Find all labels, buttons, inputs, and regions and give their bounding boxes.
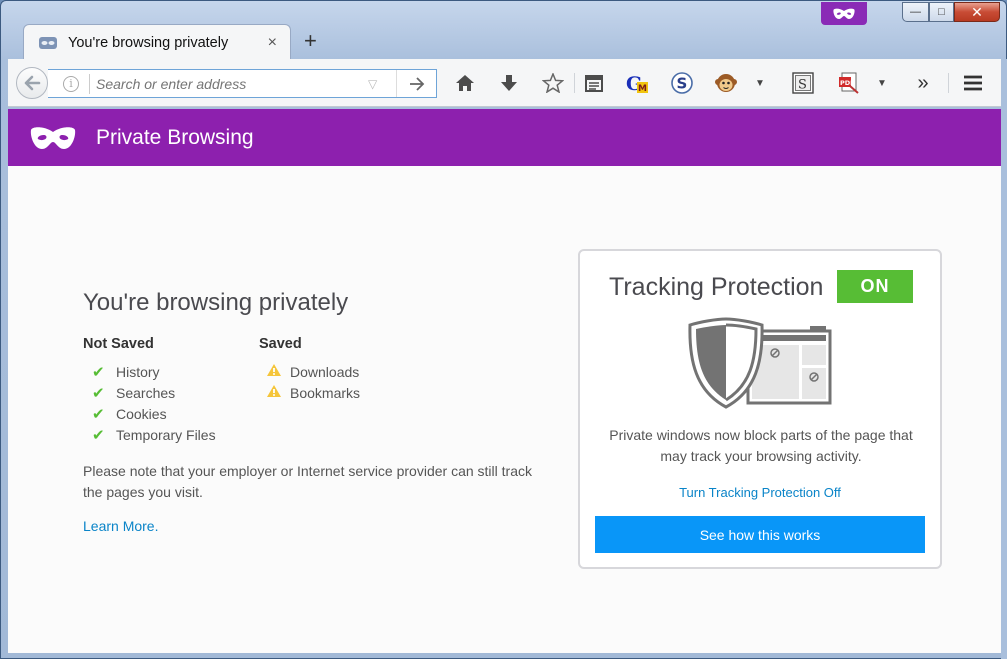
bookmark-star-icon[interactable]	[541, 71, 565, 95]
gm-addon-icon[interactable]: GM	[624, 71, 650, 95]
reading-list-icon[interactable]	[582, 71, 606, 95]
page-heading: You're browsing privately	[83, 289, 349, 316]
greasemonkey-icon[interactable]	[714, 71, 738, 95]
menu-icon[interactable]	[961, 71, 985, 95]
list-item-label: History	[116, 364, 160, 380]
checkmark-icon: ✔	[92, 406, 105, 423]
back-arrow-icon	[24, 75, 41, 91]
list-item-label: Downloads	[290, 363, 360, 380]
saved-item: Bookmarks	[266, 384, 360, 401]
svg-text:M: M	[638, 84, 647, 94]
warning-icon	[266, 384, 290, 401]
header-title: Private Browsing	[96, 125, 254, 149]
url-divider	[89, 73, 90, 94]
privacy-note: Please note that your employer or Intern…	[83, 463, 532, 500]
svg-text:PDF: PDF	[840, 79, 855, 87]
address-input[interactable]	[96, 75, 366, 92]
overflow-chevron-icon[interactable]: »	[911, 71, 935, 95]
private-browsing-page: You're browsing privately Not Saved ✔ His…	[8, 166, 1001, 653]
svg-text:S: S	[798, 78, 807, 93]
download-icon[interactable]	[497, 71, 521, 95]
greasemonkey-dropdown-icon[interactable]: ▼	[752, 71, 768, 95]
new-tab-button[interactable]: +	[304, 28, 317, 54]
checkmark-icon: ✔	[92, 427, 105, 444]
pdf-addon-icon[interactable]: PDF	[837, 71, 861, 95]
see-how-this-works-button[interactable]: See how this works	[595, 516, 925, 553]
browser-window: — □ ✕ You're browsing privately × + i ▽	[0, 0, 1007, 659]
home-icon[interactable]	[453, 71, 477, 95]
private-browsing-header: Private Browsing	[8, 109, 1001, 166]
private-browsing-indicator	[821, 2, 867, 25]
tab-close-icon[interactable]: ×	[268, 34, 277, 52]
window-border	[1001, 59, 1007, 659]
site-info-icon[interactable]: i	[63, 75, 79, 92]
not-saved-title: Not Saved	[83, 336, 154, 352]
toolbar-divider	[574, 73, 575, 93]
tracking-description: Private windows now block parts of the p…	[609, 427, 913, 464]
mask-icon	[833, 8, 855, 19]
close-window-button[interactable]: ✕	[954, 2, 1000, 22]
turn-tracking-off-link[interactable]: Turn Tracking Protection Off	[580, 485, 940, 500]
window-controls: — □ ✕	[902, 2, 1000, 22]
saved-title: Saved	[259, 336, 302, 352]
s-square-addon-icon[interactable]: S	[791, 71, 815, 95]
list-item-label: Cookies	[116, 406, 167, 422]
tracking-protection-title: Tracking Protection	[609, 273, 824, 301]
s-addon-icon[interactable]: S	[670, 71, 694, 95]
back-button[interactable]	[16, 67, 48, 99]
tracking-status-badge: ON	[837, 270, 913, 303]
navigation-toolbar: i ▽ GM S ▼ S	[8, 59, 1001, 107]
checkmark-icon: ✔	[92, 385, 105, 402]
minimize-button[interactable]: —	[902, 2, 929, 22]
warning-icon	[266, 363, 290, 380]
not-saved-item: ✔ Temporary Files	[92, 426, 216, 444]
tab-private-browsing[interactable]: You're browsing privately ×	[23, 24, 291, 60]
tracking-protection-card: Tracking Protection ON Private windows n…	[578, 249, 942, 569]
maximize-button[interactable]: □	[929, 2, 954, 22]
list-item-label: Searches	[116, 385, 176, 401]
checkmark-icon: ✔	[92, 364, 105, 381]
not-saved-item: ✔ Searches	[92, 384, 175, 402]
svg-text:S: S	[677, 75, 688, 93]
go-arrow-icon[interactable]	[396, 70, 436, 97]
private-mask-tab-icon	[39, 36, 57, 49]
not-saved-item: ✔ Cookies	[92, 405, 167, 423]
url-dropdown-icon[interactable]: ▽	[368, 77, 377, 91]
not-saved-item: ✔ History	[92, 363, 160, 381]
list-item-label: Bookmarks	[290, 384, 361, 401]
tab-title: You're browsing privately	[68, 34, 229, 51]
toolbar-divider	[948, 73, 949, 93]
private-mask-icon	[30, 126, 76, 149]
shield-blocked-page-icon	[688, 317, 832, 409]
learn-more-link[interactable]: Learn More.	[83, 518, 158, 534]
saved-item: Downloads	[266, 363, 359, 380]
list-item-label: Temporary Files	[116, 427, 216, 443]
pdf-dropdown-icon[interactable]: ▼	[874, 71, 890, 95]
url-bar[interactable]: i ▽	[48, 69, 437, 98]
